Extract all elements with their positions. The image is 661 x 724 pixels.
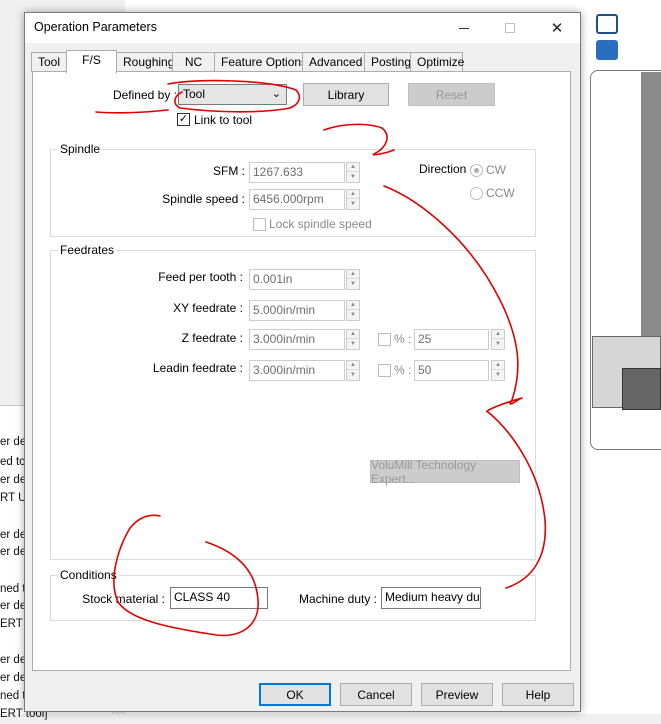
sfm-label: SFM :: [213, 164, 245, 178]
check-icon: ✓: [178, 113, 189, 125]
volumill-expert-button[interactable]: VoluMill Technology Expert...: [370, 458, 520, 486]
xy-feedrate-label: XY feedrate :: [173, 301, 243, 315]
leadin-percent-spinner[interactable]: ▲ ▼: [491, 360, 505, 381]
leadin-percent-field[interactable]: 50: [414, 360, 489, 381]
spin-down-icon[interactable]: ▼: [492, 340, 504, 349]
feedrates-group: [50, 250, 536, 560]
z-percent-label: % :: [394, 332, 412, 346]
tab-tool[interactable]: Tool: [31, 52, 67, 72]
help-button[interactable]: Help: [502, 683, 574, 706]
reset-button[interactable]: Reset: [408, 83, 495, 106]
cad-fixture-dark: [622, 368, 661, 410]
cad-part-shaded: [641, 72, 661, 372]
leadin-feedrate-field[interactable]: 3.000in/min: [249, 360, 345, 381]
spindle-speed-field[interactable]: 6456.000rpm: [249, 189, 345, 210]
ok-button[interactable]: OK: [259, 683, 331, 706]
ccw-radio[interactable]: [470, 187, 483, 200]
spin-down-icon[interactable]: ▼: [347, 340, 359, 349]
stock-material-field[interactable]: CLASS 40: [170, 587, 268, 609]
link-to-tool-checkbox[interactable]: ✓: [177, 113, 190, 126]
spin-up-icon[interactable]: ▲: [492, 361, 504, 370]
minimize-icon: [459, 27, 469, 29]
maximize-icon: [505, 23, 515, 33]
feed-per-tooth-spinner[interactable]: ▲ ▼: [346, 269, 360, 290]
spindle-speed-label: Spindle speed :: [162, 192, 245, 206]
chevron-down-icon: ⌄: [271, 88, 281, 100]
lock-spindle-speed-checkbox[interactable]: [253, 218, 266, 231]
list-item[interactable]: ed to: [0, 456, 26, 468]
defined-by-select[interactable]: Tool ⌄: [178, 84, 287, 105]
feedrates-group-title: Feedrates: [58, 243, 117, 257]
z-percent-spinner[interactable]: ▲ ▼: [491, 329, 505, 350]
z-feedrate-label: Z feedrate :: [181, 331, 243, 345]
direction-label: Direction :: [419, 162, 474, 176]
operation-parameters-dialog: Operation Parameters ✕ Tool F/S Roughing…: [24, 12, 581, 712]
tab-advanced[interactable]: Advanced: [302, 52, 365, 72]
xy-feedrate-field[interactable]: 5.000in/min: [249, 300, 345, 321]
close-icon: ✕: [550, 20, 564, 37]
spin-down-icon[interactable]: ▼: [492, 371, 504, 380]
spin-up-icon[interactable]: ▲: [347, 163, 359, 172]
title-bar[interactable]: Operation Parameters ✕: [25, 13, 580, 43]
link-to-tool-label: Link to tool: [194, 113, 253, 127]
spin-up-icon[interactable]: ▲: [347, 330, 359, 339]
z-percent-checkbox[interactable]: [378, 333, 391, 346]
list-item[interactable]: RT U: [0, 492, 26, 504]
leadin-percent-label: % :: [394, 363, 412, 377]
spindle-group-title: Spindle: [58, 142, 103, 156]
ccw-label: CCW: [486, 186, 515, 200]
fs-tab-panel: Defined by : Tool ⌄ Library Reset ✓ Link…: [32, 71, 571, 671]
library-button[interactable]: Library: [303, 83, 389, 106]
cancel-button[interactable]: Cancel: [340, 683, 412, 706]
z-percent-field[interactable]: 25: [414, 329, 489, 350]
spin-down-icon[interactable]: ▼: [347, 371, 359, 380]
cw-label: CW: [486, 163, 506, 177]
machine-duty-label: Machine duty :: [298, 592, 377, 606]
close-button[interactable]: ✕: [534, 13, 580, 43]
spin-down-icon[interactable]: ▼: [347, 200, 359, 209]
z-feedrate-field[interactable]: 3.000in/min: [249, 329, 345, 350]
tab-feature-options[interactable]: Feature Options: [214, 52, 307, 72]
leadin-feedrate-label: Leadin feedrate :: [152, 361, 243, 375]
spin-down-icon[interactable]: ▼: [347, 280, 359, 289]
z-feedrate-spinner[interactable]: ▲ ▼: [346, 329, 360, 350]
stock-material-label: Stock material :: [82, 592, 165, 606]
spin-up-icon[interactable]: ▲: [347, 361, 359, 370]
machine-duty-field[interactable]: Medium heavy duty: [381, 587, 481, 609]
view-cube-icon[interactable]: [596, 14, 618, 34]
tab-nc[interactable]: NC: [172, 52, 215, 72]
tab-optimize[interactable]: Optimize: [410, 52, 464, 72]
dialog-title: Operation Parameters: [34, 20, 157, 34]
feed-per-tooth-label: Feed per tooth :: [158, 270, 243, 284]
list-item[interactable]: ERT: [0, 618, 23, 630]
defined-by-label: Defined by :: [112, 88, 177, 102]
maximize-button[interactable]: [487, 13, 533, 43]
tab-fs[interactable]: F/S: [66, 50, 117, 73]
spin-up-icon[interactable]: ▲: [347, 301, 359, 310]
preview-button[interactable]: Preview: [421, 683, 493, 706]
lock-spindle-speed-label: Lock spindle speed: [269, 217, 372, 231]
spin-down-icon[interactable]: ▼: [347, 311, 359, 320]
sfm-spinner[interactable]: ▲ ▼: [346, 162, 360, 183]
sfm-field[interactable]: 1267.633: [249, 162, 345, 183]
minimize-button[interactable]: [441, 13, 487, 43]
status-bar: [0, 714, 661, 724]
list-item[interactable]: ned t: [0, 583, 26, 595]
spin-up-icon[interactable]: ▲: [347, 270, 359, 279]
leadin-percent-checkbox[interactable]: [378, 364, 391, 377]
feed-per-tooth-field[interactable]: 0.001in: [249, 269, 345, 290]
spin-down-icon[interactable]: ▼: [347, 173, 359, 182]
spindle-speed-spinner[interactable]: ▲ ▼: [346, 189, 360, 210]
tab-roughing[interactable]: Roughing: [116, 52, 174, 72]
layers-icon[interactable]: [596, 40, 618, 60]
xy-feedrate-spinner[interactable]: ▲ ▼: [346, 300, 360, 321]
spin-up-icon[interactable]: ▲: [347, 190, 359, 199]
defined-by-value: Tool: [183, 87, 206, 101]
spin-up-icon[interactable]: ▲: [492, 330, 504, 339]
tab-posting[interactable]: Posting: [364, 52, 411, 72]
cw-radio[interactable]: [470, 164, 483, 177]
leadin-feedrate-spinner[interactable]: ▲ ▼: [346, 360, 360, 381]
conditions-group-title: Conditions: [58, 568, 119, 582]
